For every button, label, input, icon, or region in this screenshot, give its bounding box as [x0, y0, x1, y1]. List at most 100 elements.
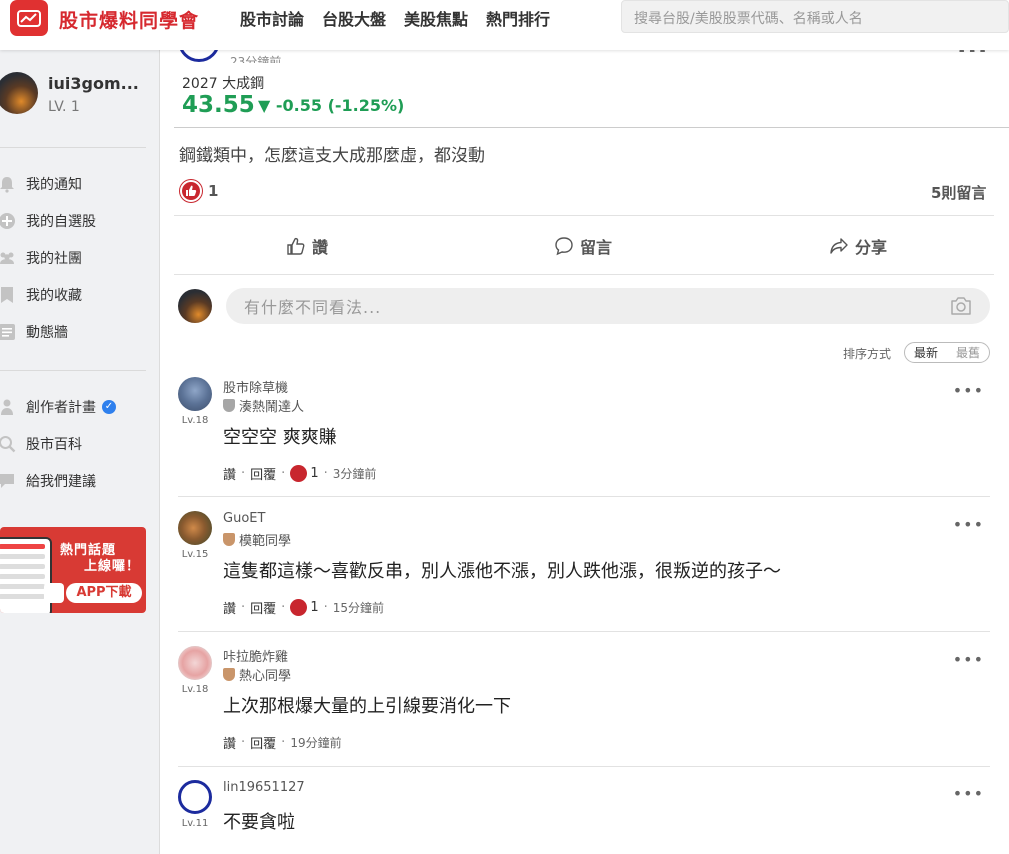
sidebar-item-label: 動態牆 — [26, 325, 68, 341]
comment-text: 上次那根爆大量的上引線要消化一下 — [223, 696, 511, 717]
share-label: 分享 — [855, 238, 888, 257]
avatar[interactable] — [178, 377, 212, 411]
sort-oldest-button[interactable]: 最舊 — [956, 344, 980, 361]
user-title-text: 模範同學 — [239, 534, 292, 549]
post-time: 23分鐘前 — [230, 55, 282, 63]
comment-like-count: 1 — [310, 466, 319, 481]
thumbs-up-icon — [290, 465, 308, 482]
logo-text[interactable]: 股市爆料同學會 — [59, 6, 199, 33]
comment-like-button[interactable]: 讚 — [223, 598, 236, 617]
search-icon — [0, 436, 16, 453]
sidebar-item-label: 給我們建議 — [26, 474, 96, 490]
comment-like-button[interactable]: 讚 — [223, 733, 236, 752]
divider — [174, 215, 994, 216]
profile-name[interactable]: iui3gom... — [48, 74, 139, 93]
sidebar: iui3gom... LV. 1 我的通知 我的自選股 我的社團 我的收藏 動態… — [0, 50, 160, 854]
stock-quote[interactable]: 2027 大成鋼 43.55 ▼ -0.55 (-1.25%) — [174, 64, 1009, 128]
comment-count[interactable]: 5則留言 — [931, 182, 986, 203]
avatar[interactable] — [178, 646, 212, 680]
comment-time: 15分鐘前 — [332, 601, 385, 615]
sidebar-item-feedback[interactable]: 給我們建議 — [0, 470, 96, 492]
user-title: 模範同學 — [223, 530, 291, 549]
comment-reply-button[interactable]: 回覆 — [250, 598, 276, 617]
sidebar-item-watchlist[interactable]: 我的自選股 — [0, 210, 96, 232]
bell-icon — [0, 177, 14, 193]
user-level: Lv.15 — [181, 549, 209, 560]
comment-like-count: 1 — [310, 600, 319, 615]
nav-item-ranking[interactable]: 熱門排行 — [486, 6, 550, 30]
avatar[interactable] — [178, 780, 212, 814]
comment-label: 留言 — [580, 238, 613, 257]
sidebar-item-label: 我的自選股 — [26, 214, 96, 230]
more-options-icon[interactable]: ••• — [953, 381, 984, 400]
logo-icon — [44, 583, 64, 603]
thumbs-up-icon — [180, 180, 202, 202]
more-options-icon[interactable]: ••• — [953, 650, 984, 669]
sidebar-item-groups[interactable]: 我的社團 — [0, 247, 82, 269]
user-title-text: 熱心同學 — [239, 669, 292, 684]
comment-author[interactable]: lin19651127 — [223, 780, 305, 795]
comment-item: Lv.18 股市除草機 湊熱鬧達人 空空空 爽爽賺 讚 · 回覆 · 1 · 3分鐘前… — [178, 377, 990, 497]
plus-circle-icon — [0, 213, 15, 229]
user-title: 熱心同學 — [223, 665, 291, 684]
sidebar-item-label: 我的社團 — [26, 251, 82, 267]
comment-actions: 讚 · 回覆 · 1 · 3分鐘前 — [223, 464, 377, 483]
feed-icon — [0, 324, 15, 340]
user-title-text: 湊熱鬧達人 — [239, 400, 305, 415]
sidebar-item-wiki[interactable]: 股市百科 — [0, 433, 82, 455]
badge-icon — [223, 533, 235, 546]
user-level: Lv.18 — [181, 415, 209, 426]
nav-item-us-stocks[interactable]: 美股焦點 — [404, 6, 468, 30]
share-icon — [830, 238, 848, 254]
comment-reply-button[interactable]: 回覆 — [250, 464, 276, 483]
post-body: 鋼鐵類中，怎麼這支大成那麼虛，都沒動 — [179, 146, 485, 166]
app-download-button[interactable]: APP下載 — [66, 583, 142, 603]
search-input[interactable]: 搜尋台股/美股股票代碼、名稱或人名 — [621, 0, 1009, 33]
comment-author[interactable]: 咔拉脆炸雞 — [223, 646, 288, 665]
comment-reply-button[interactable]: 回覆 — [250, 733, 276, 752]
comment-input[interactable]: 有什麼不同看法... — [226, 288, 990, 324]
comment-like-button[interactable]: 讚 — [223, 464, 236, 483]
divider — [178, 631, 990, 632]
share-button[interactable]: 分享 — [829, 234, 887, 258]
sidebar-item-creator[interactable]: 創作者計畫 ✓ — [0, 396, 116, 418]
comment-button[interactable]: 留言 — [554, 234, 612, 258]
sort-label: 排序方式 — [843, 347, 892, 361]
comment-author[interactable]: GuoET — [223, 511, 265, 526]
sort-newest-button[interactable]: 最新 — [914, 344, 938, 361]
comment-author[interactable]: 股市除草機 — [223, 377, 288, 396]
comment-time: 3分鐘前 — [332, 467, 377, 481]
sidebar-item-feed[interactable]: 動態牆 — [0, 321, 68, 343]
promo-line2: 上線囉！ — [84, 559, 141, 574]
like-button[interactable]: 讚 — [286, 234, 328, 258]
like-count: 1 — [208, 182, 219, 200]
comment-text: 不要貪啦 — [223, 812, 295, 833]
group-icon — [0, 252, 14, 264]
user-level: Lv.18 — [181, 684, 209, 695]
avatar[interactable] — [0, 72, 38, 114]
comment-time: 19分鐘前 — [290, 736, 342, 750]
top-navbar: 股市爆料同學會 股市討論 台股大盤 美股焦點 熱門排行 搜尋台股/美股股票代碼、… — [0, 0, 1009, 50]
user-title: 湊熱鬧達人 — [223, 396, 304, 415]
thumbs-up-icon — [287, 237, 305, 255]
comment-actions: 讚 · 回覆 · 1 · 15分鐘前 — [223, 598, 385, 617]
sidebar-item-label: 股市百科 — [26, 437, 82, 453]
more-options-icon[interactable]: ••• — [953, 784, 984, 803]
like-label: 讚 — [312, 238, 329, 257]
comment-item: Lv.18 咔拉脆炸雞 熱心同學 上次那根爆大量的上引線要消化一下 讚 · 回覆 ·… — [178, 646, 990, 767]
badge-icon — [223, 668, 235, 681]
more-options-icon[interactable]: ••• — [953, 515, 984, 534]
app-download-banner[interactable]: 熱門話題 上線囉！ APP下載 — [0, 527, 146, 613]
bookmark-icon — [1, 287, 13, 303]
logo-icon[interactable] — [10, 0, 48, 36]
nav-item-tw-market[interactable]: 台股大盤 — [322, 6, 386, 30]
avatar[interactable] — [178, 511, 212, 545]
thumbs-up-icon — [290, 599, 308, 616]
camera-icon[interactable] — [950, 296, 972, 316]
comment-text: 空空空 爽爽賺 — [223, 427, 337, 448]
sidebar-item-notifications[interactable]: 我的通知 — [0, 173, 82, 195]
nav-item-discussion[interactable]: 股市討論 — [240, 6, 304, 30]
sidebar-item-bookmarks[interactable]: 我的收藏 — [0, 284, 82, 306]
divider — [174, 274, 994, 275]
stock-price: 43.55 — [182, 92, 255, 118]
